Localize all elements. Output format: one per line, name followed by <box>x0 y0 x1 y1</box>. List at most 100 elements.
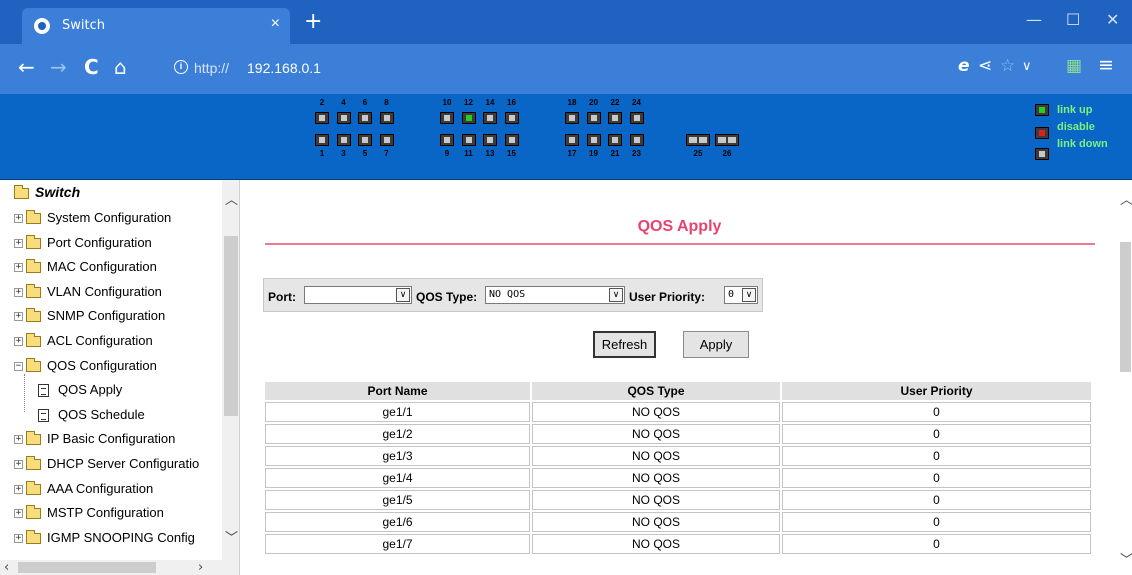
port-icon[interactable] <box>565 134 579 146</box>
sidebar-item[interactable]: + Port Configuration <box>14 233 152 253</box>
ie-mode-icon[interactable]: e <box>958 56 970 76</box>
port-icon[interactable] <box>586 134 601 146</box>
port-number-label: 24 <box>632 98 641 107</box>
expand-icon[interactable]: + <box>14 287 23 297</box>
main-scroll-thumb[interactable] <box>1120 242 1131 372</box>
port-icon[interactable] <box>379 134 394 146</box>
star-icon[interactable]: ☆ <box>1000 56 1015 76</box>
table-row[interactable]: ge1/4 NO QOS 0 <box>265 468 1091 488</box>
user-priority-select[interactable]: 0 ∨ <box>724 286 758 304</box>
expand-icon[interactable]: + <box>14 533 23 543</box>
port-icon[interactable] <box>379 112 394 124</box>
tree-root[interactable]: Switch <box>14 184 80 200</box>
table-row[interactable]: ge1/6 NO QOS 0 <box>265 512 1091 532</box>
scroll-right-icon[interactable]: › <box>198 561 203 574</box>
main-vertical-scrollbar[interactable] <box>1118 180 1132 575</box>
port-icon[interactable] <box>358 134 372 146</box>
expand-icon[interactable]: + <box>14 484 23 494</box>
menu-icon[interactable]: ≡ <box>1098 54 1114 76</box>
share-icon[interactable]: ⋖ <box>978 56 992 76</box>
port-icon[interactable] <box>608 134 622 146</box>
table-row[interactable]: ge1/1 NO QOS 0 <box>265 402 1091 422</box>
user-priority-cell: 0 <box>782 534 1091 554</box>
extensions-icon[interactable]: ▦ <box>1066 56 1082 76</box>
sidebar-item[interactable]: + SNMP Configuration <box>14 306 165 326</box>
port-icon[interactable] <box>461 112 476 124</box>
sidebar-item[interactable]: + MSTP Configuration <box>14 503 164 523</box>
tab-close-button[interactable]: × <box>271 15 280 33</box>
chevron-down-icon[interactable]: ∨ <box>1022 59 1032 74</box>
minimize-button[interactable]: — <box>1026 10 1042 29</box>
expand-icon[interactable]: + <box>14 460 23 470</box>
sidebar-item-label: MSTP Configuration <box>47 505 164 521</box>
table-row[interactable]: ge1/3 NO QOS 0 <box>265 446 1091 466</box>
sidebar-item[interactable]: + System Configuration <box>14 208 171 228</box>
table-row[interactable]: ge1/2 NO QOS 0 <box>265 424 1091 444</box>
port-icon[interactable] <box>461 134 476 146</box>
reload-button[interactable]: C <box>84 57 99 77</box>
expand-icon[interactable]: + <box>14 509 23 519</box>
expand-icon[interactable]: + <box>14 238 23 248</box>
port-icon[interactable] <box>504 112 519 124</box>
sidebar-item[interactable]: + AAA Configuration <box>14 479 153 499</box>
port-icon[interactable] <box>586 112 601 124</box>
port-icon[interactable] <box>629 112 644 124</box>
sidebar-item[interactable]: + IP Basic Configuration <box>14 429 175 449</box>
sidebar-item[interactable]: + ACL Configuration <box>14 331 153 351</box>
sidebar-subitem[interactable]: QOS Schedule <box>38 405 145 425</box>
scroll-left-icon[interactable]: ‹ <box>4 561 9 574</box>
port-icon[interactable] <box>608 112 622 124</box>
expand-icon[interactable]: + <box>14 337 23 347</box>
sidebar-item[interactable]: + IGMP SNOOPING Config <box>14 528 195 548</box>
sidebar-scroll-thumb[interactable] <box>224 236 238 416</box>
tree-root-label: Switch <box>35 184 81 200</box>
expand-icon[interactable]: + <box>14 312 23 322</box>
expand-icon[interactable]: + <box>14 263 23 273</box>
port-select[interactable]: ∨ <box>304 286 412 304</box>
port-icon[interactable] <box>336 112 351 124</box>
info-icon[interactable]: i <box>174 60 188 74</box>
column-header-user-priority: User Priority <box>782 382 1091 400</box>
qos-type-select[interactable]: NO QOS ∨ <box>485 286 625 304</box>
home-button[interactable]: ⌂ <box>114 57 127 77</box>
back-button[interactable]: ← <box>18 57 35 77</box>
sidebar-item[interactable]: + VLAN Configuration <box>14 282 162 302</box>
port-icon[interactable] <box>336 134 351 146</box>
sidebar-item-label: Port Configuration <box>47 234 152 250</box>
expand-icon[interactable]: + <box>14 214 23 224</box>
sidebar-hscroll-thumb[interactable] <box>18 562 156 573</box>
forward-button[interactable]: → <box>50 57 67 77</box>
close-window-button[interactable]: ✕ <box>1106 10 1119 29</box>
new-tab-button[interactable]: + <box>304 11 322 33</box>
port-icon[interactable] <box>565 112 579 124</box>
scroll-up-icon[interactable]: ︿ <box>225 194 238 207</box>
port-icon[interactable] <box>483 112 497 124</box>
port-icon[interactable] <box>440 112 454 124</box>
main-scroll-down-icon[interactable]: ﹀ <box>1120 554 1132 567</box>
sidebar-item[interactable]: + MAC Configuration <box>14 257 157 277</box>
refresh-button[interactable]: Refresh <box>593 331 656 358</box>
port-icon[interactable] <box>358 112 372 124</box>
sidebar-item-label: DHCP Server Configuratio <box>47 456 200 471</box>
sidebar-subitem[interactable]: QOS Apply <box>38 380 122 400</box>
address-bar[interactable]: i http:// 192.168.0.1 <box>160 52 960 84</box>
sfp-port-icon[interactable] <box>715 134 739 146</box>
sidebar-item[interactable]: − QOS Configuration <box>14 356 157 376</box>
port-icon[interactable] <box>483 134 497 146</box>
maximize-button[interactable]: ☐ <box>1066 10 1080 29</box>
port-icon[interactable] <box>440 134 454 146</box>
collapse-icon[interactable]: − <box>14 361 23 371</box>
port-icon[interactable] <box>315 112 329 124</box>
apply-button[interactable]: Apply <box>683 331 749 358</box>
sidebar-item[interactable]: + DHCP Server Configuratio <box>14 454 199 474</box>
expand-icon[interactable]: + <box>14 435 23 445</box>
main-scroll-up-icon[interactable]: ︿ <box>1120 194 1132 207</box>
table-row[interactable]: ge1/7 NO QOS 0 <box>265 534 1091 554</box>
table-row[interactable]: ge1/5 NO QOS 0 <box>265 490 1091 510</box>
browser-tab[interactable]: Switch × <box>22 8 290 44</box>
sfp-port-icon[interactable] <box>686 134 710 146</box>
port-icon[interactable] <box>504 134 519 146</box>
port-icon[interactable] <box>315 134 329 146</box>
port-icon[interactable] <box>629 134 644 146</box>
scroll-down-icon[interactable]: ﹀ <box>225 532 238 545</box>
